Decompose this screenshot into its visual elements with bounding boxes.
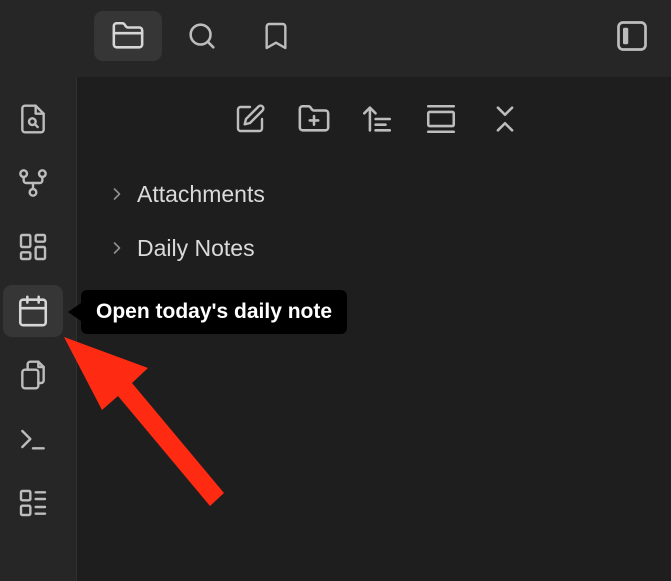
graph-view-icon bbox=[19, 169, 47, 197]
calendar-icon bbox=[18, 295, 48, 327]
tooltip: Open today's daily note bbox=[81, 290, 348, 334]
collapse-all-button[interactable] bbox=[483, 97, 527, 141]
files-tab[interactable] bbox=[94, 11, 162, 61]
new-note-icon bbox=[236, 104, 265, 133]
search-icon bbox=[189, 23, 215, 49]
sort-icon bbox=[362, 106, 392, 132]
bookmark-icon bbox=[265, 22, 287, 50]
graph-view-button[interactable] bbox=[3, 157, 63, 209]
bookmarks-tab[interactable] bbox=[242, 11, 310, 61]
sidebar-toggle-button[interactable] bbox=[598, 11, 666, 61]
folder-icon bbox=[112, 21, 144, 49]
daily-note-button[interactable] bbox=[3, 285, 63, 337]
chevron-right-icon bbox=[107, 238, 137, 258]
sort-button[interactable] bbox=[355, 97, 399, 141]
sidebar-toggle-icon bbox=[617, 21, 647, 51]
command-palette-icon bbox=[21, 429, 45, 450]
new-note-button[interactable] bbox=[228, 97, 272, 141]
canvas-icon bbox=[19, 233, 47, 261]
tree-folder-attachments[interactable]: Attachments bbox=[107, 174, 265, 214]
auto-reveal-icon bbox=[426, 104, 456, 134]
auto-reveal-button[interactable] bbox=[419, 97, 463, 141]
bases-button[interactable] bbox=[3, 477, 63, 529]
command-palette-button[interactable] bbox=[3, 413, 63, 465]
tab-header bbox=[0, 0, 671, 77]
chevron-right-icon bbox=[107, 184, 137, 204]
search-tab[interactable] bbox=[168, 11, 236, 61]
bases-icon bbox=[19, 489, 47, 517]
quick-switcher-icon bbox=[21, 104, 45, 134]
collapse-all-icon bbox=[496, 106, 514, 132]
tree-folder-daily-notes[interactable]: Daily Notes bbox=[107, 228, 255, 268]
templates-button[interactable] bbox=[3, 349, 63, 401]
quick-switcher-button[interactable] bbox=[3, 93, 63, 145]
new-folder-button[interactable] bbox=[292, 97, 336, 141]
tooltip-arrow bbox=[68, 303, 81, 321]
folder-label: Attachments bbox=[137, 180, 265, 207]
folder-label: Daily Notes bbox=[137, 234, 255, 261]
new-folder-icon bbox=[298, 104, 330, 132]
templates-icon bbox=[21, 360, 45, 390]
canvas-button[interactable] bbox=[3, 221, 63, 273]
ribbon bbox=[0, 77, 77, 581]
